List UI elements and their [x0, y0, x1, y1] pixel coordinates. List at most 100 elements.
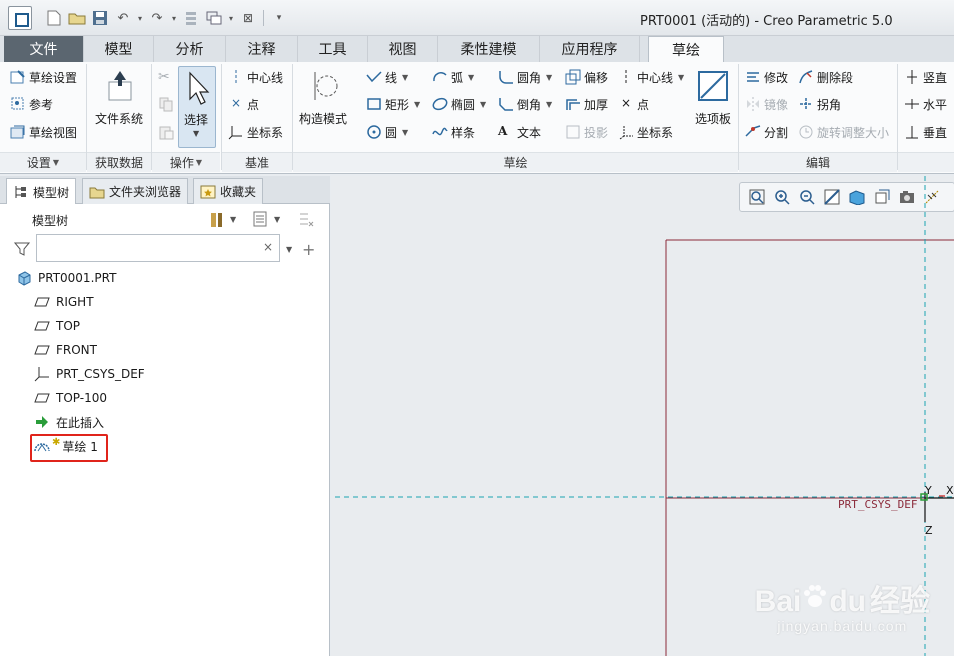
axis-z-label: Z: [925, 524, 933, 537]
redo-icon[interactable]: ↷: [147, 8, 167, 28]
add-filter-icon[interactable]: +: [302, 238, 315, 260]
search-options-button[interactable]: ▼: [284, 238, 292, 260]
mirror-button[interactable]: 镜像: [745, 93, 788, 115]
tree-item-datum-plane[interactable]: FRONT: [34, 340, 97, 360]
datum-centerline-label: 中心线: [247, 70, 284, 85]
file-system-button[interactable]: 文件系统: [92, 68, 146, 127]
operations-group-label[interactable]: 操作 ▼: [152, 152, 220, 172]
tab-applications[interactable]: 应用程序: [540, 36, 640, 62]
text-button[interactable]: A 文本: [498, 121, 541, 143]
circle-button[interactable]: 圆 ▼: [366, 121, 408, 143]
tree-item-datum-plane[interactable]: RIGHT: [34, 292, 94, 312]
tab-folder-browser[interactable]: 文件夹浏览器: [82, 178, 189, 204]
cut-button[interactable]: ✂: [158, 66, 174, 88]
chamfer-button[interactable]: 倒角 ▼: [498, 93, 552, 115]
close-window-icon[interactable]: ⊠: [238, 8, 258, 28]
tree-item-part[interactable]: PRT0001.PRT: [16, 268, 116, 288]
copy-button[interactable]: [158, 93, 174, 115]
sketch-point-button[interactable]: × 点: [618, 93, 649, 115]
tree-item-datum-plane[interactable]: TOP: [34, 316, 80, 336]
datum-centerline-button[interactable]: 中心线: [228, 66, 283, 88]
windows-dropdown-icon[interactable]: ▾: [227, 8, 235, 28]
datum-point-button[interactable]: × 点: [228, 93, 259, 115]
delete-segment-button[interactable]: 删除段: [798, 66, 853, 88]
customize-qat-icon[interactable]: ▾: [269, 8, 289, 28]
tab-model-tree[interactable]: 模型树: [6, 178, 77, 205]
sketch-setup-button[interactable]: 草绘设置: [10, 66, 77, 88]
tree-settings-button[interactable]: ▼: [208, 208, 236, 230]
save-icon[interactable]: [90, 8, 110, 28]
paste-button[interactable]: [158, 121, 174, 143]
offset-label: 偏移: [584, 70, 609, 85]
tab-favorites[interactable]: 收藏夹: [193, 178, 264, 204]
tab-flexible-modeling[interactable]: 柔性建模: [438, 36, 540, 62]
rotate-resize-button[interactable]: 旋转调整大小: [798, 121, 889, 143]
windows-icon[interactable]: [204, 8, 224, 28]
modify-label: 修改: [764, 70, 789, 85]
tab-view[interactable]: 视图: [368, 36, 438, 62]
repaint-icon[interactable]: [821, 186, 843, 208]
tree-item-datum-plane[interactable]: TOP-100: [34, 388, 107, 408]
app-menu-button[interactable]: [8, 6, 32, 30]
refit-icon[interactable]: [746, 186, 768, 208]
view-manager-icon[interactable]: [896, 186, 918, 208]
tab-annotate[interactable]: 注释: [226, 36, 298, 62]
vertical-constraint-button[interactable]: 竖直: [904, 66, 947, 88]
sketch-csys-button[interactable]: 坐标系: [618, 121, 673, 143]
clear-search-icon[interactable]: ×: [263, 240, 273, 254]
regenerate-icon[interactable]: [181, 8, 201, 28]
zoom-in-icon[interactable]: [771, 186, 793, 208]
tree-item-insert-here[interactable]: 在此插入: [34, 412, 104, 432]
graphics-window[interactable]: PRT_CSYS_DEF Y X Z Bai du 经验 jingyan.baidu…: [331, 176, 954, 656]
thicken-button[interactable]: 加厚: [565, 93, 608, 115]
construction-mode-button[interactable]: 构造模式: [296, 68, 350, 127]
filter-icon[interactable]: [14, 238, 30, 260]
mirror-icon: [745, 96, 761, 112]
project-button[interactable]: 投影: [565, 121, 608, 143]
display-style-icon[interactable]: [846, 186, 868, 208]
arc-button[interactable]: 弧 ▼: [432, 66, 474, 88]
tree-search-field[interactable]: ×: [36, 234, 280, 262]
modify-button[interactable]: 修改: [745, 66, 788, 88]
watermark-brand-right: du: [829, 585, 866, 618]
tab-tools[interactable]: 工具: [298, 36, 368, 62]
open-folder-icon[interactable]: [67, 8, 87, 28]
divide-button[interactable]: 分割: [745, 121, 788, 143]
tab-model[interactable]: 模型: [84, 36, 154, 62]
undo-icon[interactable]: ↶: [113, 8, 133, 28]
tab-file[interactable]: 文件: [4, 36, 84, 62]
new-file-icon[interactable]: [44, 8, 64, 28]
setup-group-label[interactable]: 设置 ▼: [0, 152, 86, 172]
tab-analysis[interactable]: 分析: [154, 36, 226, 62]
show-menu-button[interactable]: ▼: [252, 208, 280, 230]
tree-item-csys[interactable]: PRT_CSYS_DEF: [34, 364, 145, 384]
zoom-out-icon[interactable]: [796, 186, 818, 208]
corner-button[interactable]: 拐角: [798, 93, 841, 115]
saved-orientations-icon[interactable]: [871, 186, 893, 208]
datum-display-icon[interactable]: [921, 186, 943, 208]
select-button[interactable]: 选择 ▼: [178, 66, 216, 148]
redo-dropdown-icon[interactable]: ▾: [170, 8, 178, 28]
rectangle-button[interactable]: 矩形 ▼: [366, 93, 420, 115]
tree-search-input[interactable]: [37, 235, 257, 261]
horizontal-icon: [904, 96, 920, 112]
navigator-tabs: 模型树 文件夹浏览器 收藏夹: [0, 176, 330, 205]
filter-settings-button[interactable]: [298, 208, 314, 230]
undo-dropdown-icon[interactable]: ▾: [136, 8, 144, 28]
references-button[interactable]: 参考: [10, 93, 53, 115]
fillet-button[interactable]: 圆角 ▼: [498, 66, 552, 88]
line-button[interactable]: 线 ▼: [366, 66, 408, 88]
csys-icon: [34, 366, 50, 382]
ellipse-button[interactable]: 椭圆 ▼: [432, 93, 486, 115]
datum-csys-button[interactable]: 坐标系: [228, 121, 283, 143]
offset-button[interactable]: 偏移: [565, 66, 608, 88]
csys-icon: [228, 124, 244, 140]
palette-button[interactable]: 选项板: [690, 68, 736, 127]
spline-button[interactable]: 样条: [432, 121, 475, 143]
sketch-centerline-button[interactable]: 中心线 ▼: [618, 66, 684, 88]
tab-sketch[interactable]: 草绘: [648, 36, 724, 63]
model-tree-icon: [13, 184, 29, 200]
sketch-view-button[interactable]: 草绘视图: [10, 121, 77, 143]
perpendicular-constraint-button[interactable]: 垂直: [904, 121, 947, 143]
horizontal-constraint-button[interactable]: 水平: [904, 93, 947, 115]
